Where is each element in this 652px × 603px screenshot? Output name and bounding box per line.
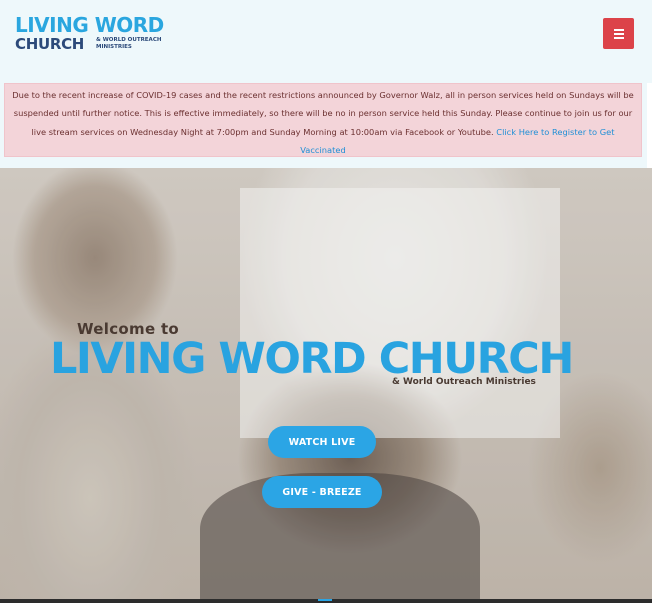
edge-panel <box>647 83 652 168</box>
church-logo[interactable]: LIVING WORD CHURCH & WORLD OUTREACH MINI… <box>15 14 175 58</box>
hamburger-line <box>613 32 624 35</box>
footer-accent <box>318 599 332 601</box>
site-header: LIVING WORD CHURCH & WORLD OUTREACH MINI… <box>0 0 652 80</box>
logo-church: CHURCH <box>15 35 85 53</box>
watch-live-button[interactable]: WATCH LIVE <box>268 426 376 458</box>
hero-tagline: & World Outreach Ministries <box>392 377 536 387</box>
hamburger-menu-icon <box>613 28 624 31</box>
logo-title: LIVING WORD <box>15 13 164 37</box>
give-breeze-button[interactable]: GIVE - BREEZE <box>262 476 382 508</box>
covid-alert-banner: Due to the recent increase of COVID-19 c… <box>4 83 642 157</box>
hamburger-menu-button[interactable] <box>603 18 634 49</box>
logo-subtitle: & WORLD OUTREACH MINISTRIES <box>96 37 162 50</box>
hamburger-line <box>613 36 624 39</box>
